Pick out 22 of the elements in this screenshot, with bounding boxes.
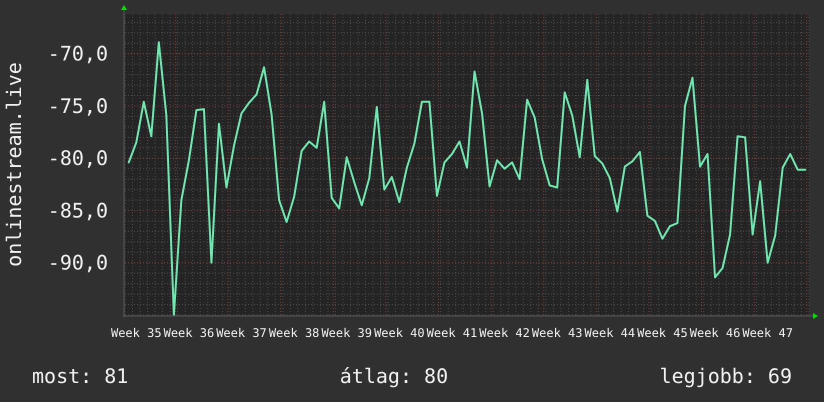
axis-tick-label: Week 36 [164,326,214,340]
axis-tick-label: -90,0 [48,250,108,275]
stat-label: most: 81 [32,363,128,390]
axis-tick-label: Week 42 [479,326,530,340]
axis-tick-label: -80,0 [48,146,108,170]
axis-tick-label: Week 38 [268,326,320,340]
axis-tick-label: Week 44 [584,326,636,340]
axis-tick-label: Week 47 [742,326,793,340]
axis-tick-label: Week 39 [321,326,372,340]
axis-tick-label: Week 43 [532,326,582,340]
axis-tick-label: -75,0 [48,94,108,118]
axis-tick-label: Week 45 [637,326,688,340]
stat-label: átlag: 80 [340,363,448,390]
axis-tick-label: Week 41 [426,326,478,340]
stat-label: legjobb: 69 [660,363,792,390]
axis-tick-label: Week 46 [690,326,740,340]
axis-title: onlinestream.live [2,62,26,267]
axis-tick-label: Week 40 [374,326,425,340]
axis-tick-label: -70,0 [48,42,108,66]
axis-tick-label: Week 35 [110,326,162,340]
axis-tick-label: Week 37 [216,326,267,340]
axis-tick-label: -85,0 [48,198,108,222]
